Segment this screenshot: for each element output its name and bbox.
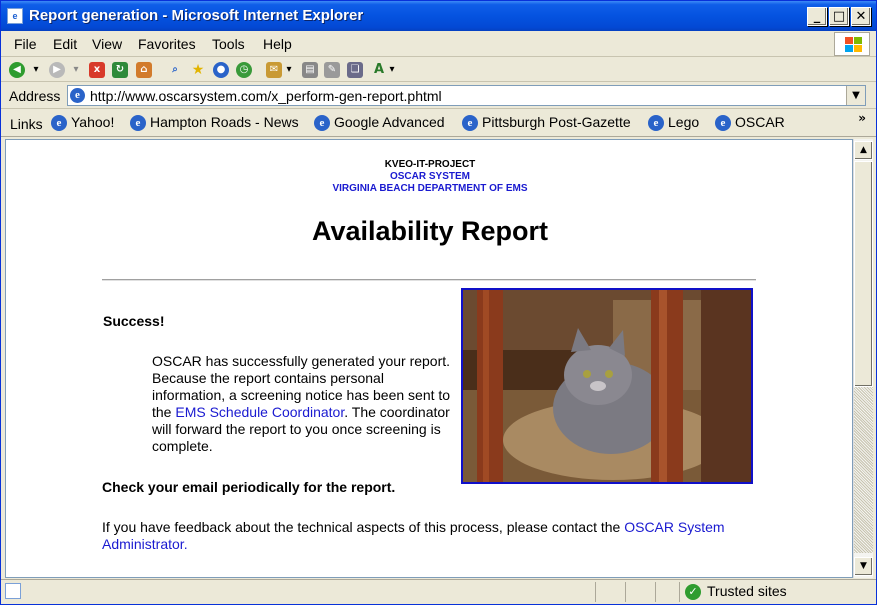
ie-link-icon: e (715, 115, 731, 132)
link-label: Pittsburgh Post-Gazette (482, 114, 631, 130)
favorites-icon[interactable]: ★ (190, 62, 206, 78)
link-label: Google Advanced (334, 114, 445, 130)
address-url[interactable]: http://www.oscarsystem.com/x_perform-gen… (90, 88, 442, 104)
success-message: OSCAR has successfully generated your re… (152, 353, 452, 455)
forward-icon[interactable]: ▶ (49, 62, 65, 78)
home-icon[interactable]: ⌂ (136, 62, 152, 78)
link-pittsburgh[interactable]: e Pittsburgh Post-Gazette (462, 114, 631, 132)
feedback-text: If you have feedback about the technical… (102, 519, 625, 535)
link-label: Hampton Roads - News (150, 114, 299, 130)
title-bar: e Report generation - Microsoft Internet… (1, 1, 876, 31)
success-label: Success! (103, 313, 165, 329)
print-icon[interactable]: ▤ (302, 62, 318, 78)
address-field[interactable]: e http://www.oscarsystem.com/x_perform-g… (67, 85, 866, 106)
menu-bar: File Edit View Favorites Tools Help (1, 31, 876, 57)
stop-icon[interactable]: x (89, 62, 105, 78)
scroll-thumb[interactable] (854, 161, 873, 387)
media-icon[interactable]: ● (213, 62, 229, 78)
link-label: Yahoo! (71, 114, 115, 130)
ie-link-icon: e (648, 115, 664, 132)
messenger-icon[interactable]: A (371, 62, 387, 78)
back-dropdown-icon[interactable]: ▾ (31, 62, 41, 78)
ie-link-icon: e (462, 115, 478, 132)
ems-coordinator-link[interactable]: EMS Schedule Coordinator (175, 404, 344, 420)
maximize-button[interactable]: □ (829, 7, 849, 26)
vertical-scrollbar[interactable]: ▲ ▼ (853, 139, 873, 578)
mail-icon[interactable]: ✉ (266, 62, 282, 78)
menu-help[interactable]: Help (263, 36, 292, 52)
check-email-notice: Check your email periodically for the re… (102, 479, 396, 495)
menu-view[interactable]: View (92, 36, 122, 52)
link-label: Lego (668, 114, 700, 130)
check-shield-icon: ✓ (685, 584, 701, 601)
cat-photo (461, 288, 753, 484)
link-google-advanced[interactable]: e Google Advanced (314, 114, 445, 132)
zone-label: Trusted sites (707, 583, 787, 599)
ie-app-icon: e (7, 8, 23, 24)
address-label: Address (9, 88, 61, 104)
discuss-icon[interactable]: ❏ (347, 62, 363, 78)
back-icon[interactable]: ◀ (9, 62, 25, 78)
menu-favorites[interactable]: Favorites (138, 36, 196, 52)
link-hampton-roads[interactable]: e Hampton Roads - News (130, 114, 299, 132)
link-oscar[interactable]: e OSCAR (715, 114, 785, 132)
links-bar: Links e Yahoo! e Hampton Roads - News e Goo… (1, 110, 876, 137)
ie-link-icon: e (51, 115, 67, 132)
scroll-down-icon[interactable]: ▼ (854, 557, 873, 576)
edit-icon[interactable]: ✎ (324, 62, 340, 78)
feedback-message: If you have feedback about the technical… (102, 519, 772, 553)
status-cell (655, 582, 679, 602)
status-cell (625, 582, 655, 602)
minimize-button[interactable]: _ (807, 7, 827, 26)
status-cell (595, 582, 625, 602)
org-project: KVEO-IT-PROJECT (384, 159, 476, 170)
scroll-up-icon[interactable]: ▲ (854, 141, 873, 160)
browser-window: e Report generation - Microsoft Internet… (0, 0, 877, 605)
org-department: VIRGINIA BEACH DEPARTMENT OF EMS (332, 183, 528, 194)
refresh-icon[interactable]: ↻ (112, 62, 128, 78)
links-label: Links (10, 116, 43, 132)
link-yahoo[interactable]: e Yahoo! (51, 114, 114, 132)
address-bar: Address e http://www.oscarsystem.com/x_p… (1, 83, 876, 109)
close-button[interactable]: ✕ (851, 7, 871, 26)
standard-toolbar: ◀ ▾ ▶ ▾ x ↻ ⌂ ⌕ ★ ● ◷ ✉ ▾ ▤ ✎ ❏ A ▾ (1, 58, 876, 82)
messenger-dropdown-icon[interactable]: ▾ (387, 62, 397, 78)
forward-dropdown-icon[interactable]: ▾ (71, 62, 81, 78)
window-title: Report generation - Microsoft Internet E… (29, 7, 364, 24)
link-lego[interactable]: e Lego (648, 114, 699, 132)
address-dropdown-icon[interactable]: ▼ (846, 86, 865, 105)
scroll-track[interactable] (854, 387, 873, 553)
security-zone: ✓ Trusted sites (685, 583, 787, 601)
link-label: OSCAR (735, 114, 785, 130)
ie-link-icon: e (130, 115, 146, 132)
feedback-period: . (183, 536, 188, 552)
org-system: OSCAR SYSTEM (389, 171, 470, 182)
ie-link-icon: e (314, 115, 330, 132)
chevron-more-icon[interactable]: » (858, 111, 866, 125)
windows-logo-icon (834, 32, 870, 56)
history-icon[interactable]: ◷ (236, 62, 252, 78)
menu-edit[interactable]: Edit (53, 36, 77, 52)
page-content: KVEO-IT-PROJECT OSCAR SYSTEM VIRGINIA BE… (5, 139, 853, 578)
menu-file[interactable]: File (14, 36, 37, 52)
page-icon: e (70, 88, 85, 103)
menu-tools[interactable]: Tools (212, 36, 245, 52)
page-title: Availability Report (311, 216, 549, 246)
search-icon[interactable]: ⌕ (167, 62, 183, 78)
cat-photo-svg (463, 290, 751, 482)
page-status-icon (5, 583, 21, 599)
divider (102, 279, 756, 281)
status-bar: ✓ Trusted sites (1, 579, 876, 604)
mail-dropdown-icon[interactable]: ▾ (284, 62, 294, 78)
